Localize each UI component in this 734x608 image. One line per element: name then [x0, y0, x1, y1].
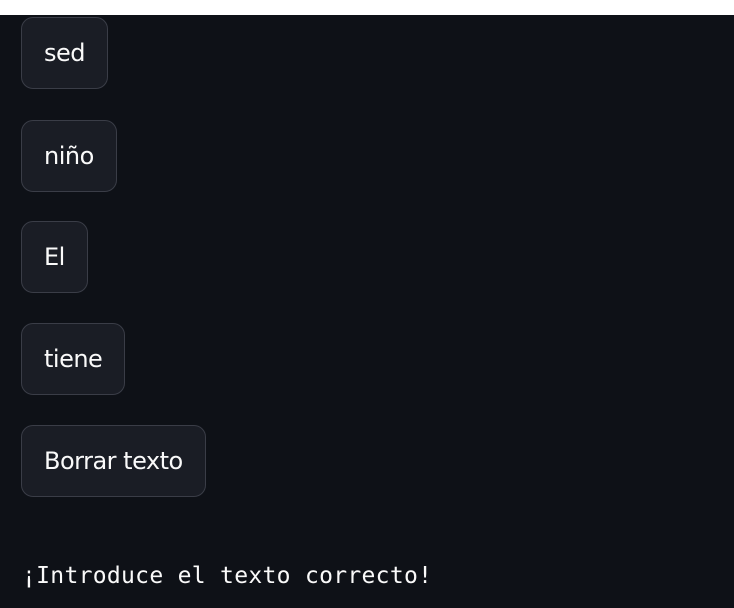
app-container: sed niño El tiene Borrar texto ¡Introduc… [0, 15, 734, 608]
word-button-sed[interactable]: sed [21, 17, 109, 89]
clear-text-button[interactable]: Borrar texto [21, 425, 206, 497]
feedback-message: ¡Introduce el texto correcto! [22, 563, 433, 589]
word-button-nino[interactable]: niño [21, 120, 117, 192]
word-button-el[interactable]: El [21, 221, 88, 293]
word-button-tiene[interactable]: tiene [21, 323, 126, 395]
